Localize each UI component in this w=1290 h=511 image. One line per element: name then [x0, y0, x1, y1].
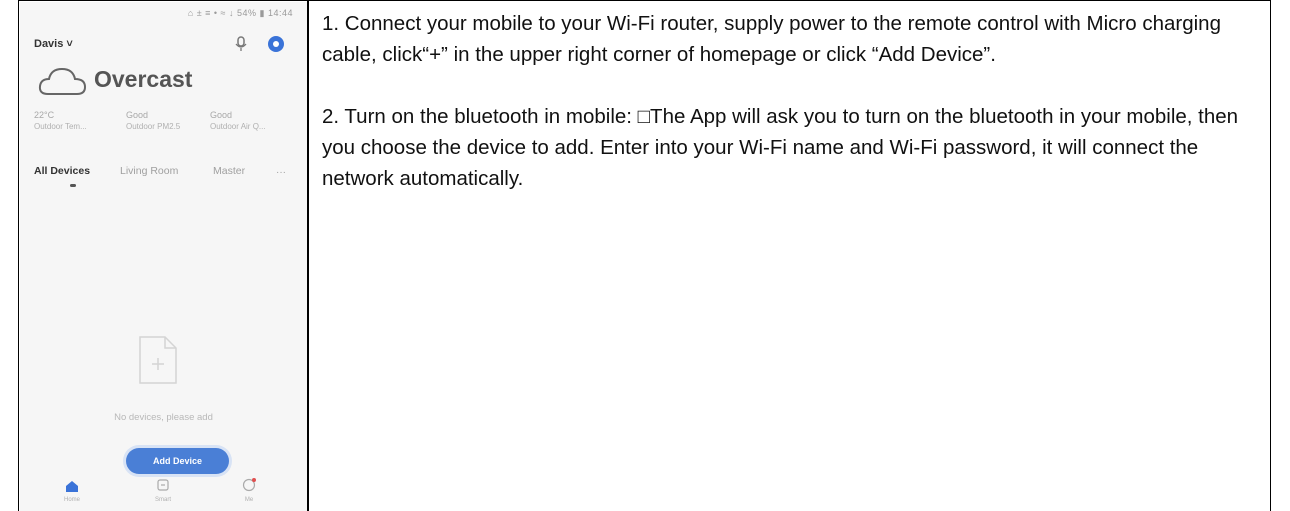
stat-label: Outdoor Tem... — [34, 122, 87, 131]
add-plus-icon[interactable] — [268, 36, 284, 52]
smart-scene-icon[interactable] — [156, 478, 170, 492]
cloud-icon — [38, 67, 87, 95]
status-bar: ⌂ ± ≡ • ≈ ↓ 54% ▮ 14:44 — [187, 8, 293, 18]
instruction-step-2: 2. Turn on the bluetooth in mobile: □The… — [322, 105, 1239, 190]
empty-document-icon — [139, 336, 177, 384]
stat-label: Outdoor Air Q... — [210, 122, 266, 131]
tab-master[interactable]: Master — [213, 165, 245, 177]
microphone-icon[interactable] — [234, 36, 248, 52]
stat-outdoor-temp: 22°C Outdoor Tem... — [34, 110, 87, 132]
tab-living-room[interactable]: Living Room — [120, 165, 178, 177]
instructions: 1. Connect your mobile to your Wi-Fi rou… — [322, 8, 1257, 194]
active-tab-indicator — [70, 184, 76, 187]
add-device-button[interactable]: Add Device — [126, 448, 229, 474]
stat-value: Good — [126, 110, 149, 120]
home-selector[interactable]: Davis ˅ — [34, 38, 73, 50]
empty-state-text: No devices, please add — [114, 412, 213, 423]
more-icon[interactable]: ··· — [276, 167, 286, 178]
nav-home-label[interactable]: Home — [57, 497, 87, 503]
stat-outdoor-pm25: Good Outdoor PM2.5 — [126, 110, 180, 132]
instruction-step-1: 1. Connect your mobile to your Wi-Fi rou… — [322, 12, 1221, 66]
home-icon[interactable] — [65, 480, 79, 492]
stat-label: Outdoor PM2.5 — [126, 122, 181, 131]
profile-icon[interactable] — [242, 477, 257, 492]
phone-screenshot: ⌂ ± ≡ • ≈ ↓ 54% ▮ 14:44 Davis ˅ Overcast… — [20, 2, 307, 511]
table-divider — [307, 0, 309, 511]
stat-value: Good — [210, 110, 233, 120]
stat-outdoor-air: Good Outdoor Air Q... — [210, 110, 266, 132]
stat-value: 22°C — [34, 110, 55, 120]
tab-all-devices[interactable]: All Devices — [34, 165, 90, 177]
nav-me-label[interactable]: Me — [234, 497, 264, 503]
weather-condition: Overcast — [94, 66, 193, 92]
nav-smart-label[interactable]: Smart — [148, 497, 178, 503]
